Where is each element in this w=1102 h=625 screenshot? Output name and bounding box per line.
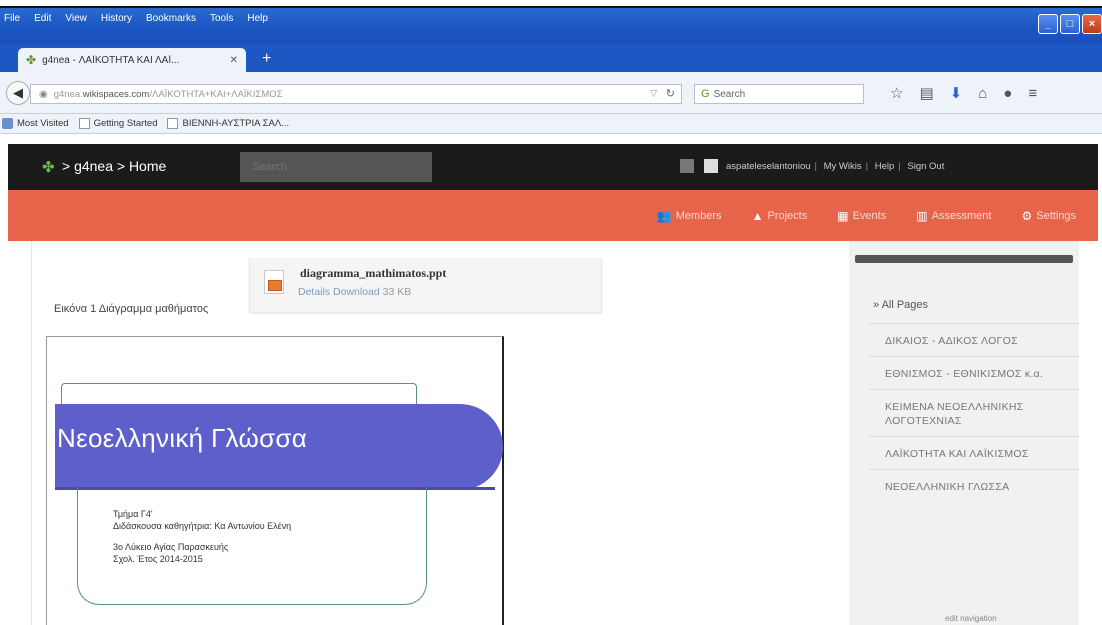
details-link[interactable]: Details [298,286,330,298]
slide-line-year: Σχολ. Έτος 2014-2015 [113,554,203,564]
site-nav: 👥 Members ▲ Projects ▦ Events ▥ Assessment ⚙… [8,190,1098,241]
my-wikis-link[interactable]: My Wikis [824,161,862,172]
menu-tools[interactable]: Tools [210,10,233,28]
reading-list-icon[interactable]: ▤ [919,84,933,104]
username-link[interactable]: aspateleselantoniou [726,161,811,172]
search-engine-icon[interactable]: G [701,88,710,100]
content-right-margin [1079,241,1098,625]
slide-line-school: 3ο Λύκειο Αγίας Παρασκευής [113,542,229,552]
toolbar-icons: ☆ ▤ ⬇ ⌂ ● ≡ [890,84,1037,104]
site-identity-icon[interactable]: ◉ [39,89,48,100]
breadcrumb[interactable]: > g4nea > Home [62,158,166,174]
nav-projects[interactable]: ▲ Projects [752,209,808,223]
slide-preview-image: Νεοελληνική Γλώσσα Τμήμα Γ4' Διδάσκουσα … [46,336,504,625]
slide-title: Νεοελληνική Γλώσσα [57,423,308,453]
attachment-links: Details Download 33 KB [298,286,411,298]
messages-icon[interactable] [704,159,718,173]
url-dropdown-icon[interactable]: ▽ [650,88,657,99]
url-text: g4nea.wikispaces.com/ΛΑΪΚΟΤΗΤΑ+ΚΑΙ+ΛΑΪΚΙ… [53,88,283,100]
page-icon [167,118,179,129]
members-icon: 👥 [656,208,672,223]
image-caption: Εικόνα 1 Διάγραμμα μαθήματος [54,303,209,315]
nav-members[interactable]: 👥 Members [657,209,722,223]
home-icon[interactable]: ⌂ [978,84,987,104]
most-visited-icon [2,118,13,129]
site-search-input[interactable] [240,152,432,182]
reload-icon[interactable]: ↻ [666,87,675,100]
tab-title: g4nea - ΛΑΪΚΟΤΗΤΑ ΚΑΙ ΛΑΪ... [42,54,180,66]
projects-icon: ▲ [751,208,764,223]
tab-close-icon[interactable]: ✕ [230,55,238,66]
menu-file[interactable]: File [4,10,20,28]
browser-chrome: File Edit View History Bookmarks Tools H… [0,0,1102,144]
browser-tab[interactable]: ✤ g4nea - ΛΑΪΚΟΤΗΤΑ ΚΑΙ ΛΑΪ... ✕ [18,48,246,72]
nav-settings[interactable]: ⚙ Settings [1021,209,1076,223]
menu-help[interactable]: Help [247,10,268,28]
maximize-button[interactable]: □ [1060,14,1080,34]
new-tab-icon[interactable]: + [262,50,271,68]
sidebar-item-keimena-logotexnias[interactable]: ΚΕΙΜΕΝΑ ΝΕΟΕΛΛΗΝΙΚΗΣ ΛΟΓΟΤΕΧΝΙΑΣ [869,389,1081,436]
bookmark-vienna[interactable]: ΒΙΕΝΝΗ-ΑΥΣΤΡΙΑ ΣΑΛ... [167,118,289,129]
hamburger-menu-icon[interactable]: ≡ [1028,84,1037,104]
window-top-edge [0,0,1102,8]
page-icon [78,118,90,129]
file-size: 33 KB [382,286,412,298]
bookmarks-toolbar: Most Visited Getting Started ΒΙΕΝΝΗ-ΑΥΣΤ… [0,114,1102,134]
window-right-edge [1098,144,1102,625]
edit-navigation-link[interactable]: edit navigation [945,614,997,623]
download-link[interactable]: Download [333,286,380,298]
sidebar-top-bar [855,255,1073,263]
ppt-file-icon[interactable] [264,270,284,294]
sidebar-item-ethnismos-ethnikismos[interactable]: ΕΘΝΙΣΜΟΣ - ΕΘΝΙΚΙΣΜΟΣ κ.α. [869,356,1081,389]
notifications-icon[interactable] [680,159,694,173]
back-button[interactable]: ◀ [6,81,30,105]
bookmark-most-visited[interactable]: Most Visited [2,118,69,129]
header-icons [680,159,718,173]
browser-search-box[interactable]: G Search [694,84,864,104]
url-bar[interactable]: ◉ g4nea.wikispaces.com/ΛΑΪΚΟΤΗΤΑ+ΚΑΙ+ΛΑΪ… [30,84,682,104]
attachment-filename[interactable]: diagramma_mathimatos.ppt [300,266,446,281]
help-link[interactable]: Help [875,161,895,172]
navigation-sidebar: » All Pages ΔΙΚΑΙΟΣ - ΑΔΙΚΟΣ ΛΟΓΟΣ ΕΘΝΙΣ… [849,241,1081,625]
tab-strip: ✤ g4nea - ΛΑΪΚΟΤΗΤΑ ΚΑΙ ΛΑΪ... ✕ + [0,44,1102,72]
sidebar-page-list: ΔΙΚΑΙΟΣ - ΑΔΙΚΟΣ ΛΟΓΟΣ ΕΘΝΙΣΜΟΣ - ΕΘΝΙΚΙ… [869,323,1081,502]
window-controls: _ □ × [1038,14,1102,34]
sidebar-item-neoelliniki-glossa[interactable]: ΝΕΟΕΛΛΗΝΙΚΗ ΓΛΩΣΣΑ [869,469,1081,502]
menu-bar: File Edit View History Bookmarks Tools H… [0,10,268,28]
chat-icon[interactable]: ● [1003,84,1012,104]
site-header: ✤ > g4nea > Home aspateleselantoniou| My… [8,144,1098,190]
chart-icon: ▥ [916,208,928,223]
downloads-icon[interactable]: ⬇ [950,84,963,104]
navigation-toolbar: ◀ ◉ g4nea.wikispaces.com/ΛΑΪΚΟΤΗΤΑ+ΚΑΙ+Λ… [0,72,1102,114]
sidebar-item-dikaios-adikos-logos[interactable]: ΔΙΚΑΙΟΣ - ΑΔΙΚΟΣ ΛΟΓΟΣ [869,323,1081,356]
menu-history[interactable]: History [101,10,132,28]
menu-view[interactable]: View [65,10,87,28]
all-pages-link[interactable]: » All Pages [873,299,928,311]
user-links: aspateleselantoniou | My Wikis | Help | Sig… [726,161,945,172]
slide-line-class: Τμήμα Γ4' [113,509,153,519]
page-content: diagramma_mathimatos.ppt Details Downloa… [8,241,1098,625]
wikispaces-favicon-icon: ✤ [26,53,37,67]
sidebar-item-laikotita-laikismos[interactable]: ΛΑΪΚΟΤΗΤΑ ΚΑΙ ΛΑΪΚΙΣΜΟΣ [869,436,1081,469]
minimize-button[interactable]: _ [1038,14,1058,34]
menu-edit[interactable]: Edit [34,10,51,28]
content-left-border [8,241,32,625]
slide-line-teacher: Διδάσκουσα καθηγήτρια: Κα Αντωνίου Ελένη [113,521,292,531]
nav-events[interactable]: ▦ Events [837,209,886,223]
bookmark-star-icon[interactable]: ☆ [890,84,903,104]
search-placeholder: Search [713,88,746,100]
close-window-button[interactable]: × [1082,14,1102,34]
wikispaces-logo-icon[interactable]: ✤ [42,158,55,176]
nav-assessment[interactable]: ▥ Assessment [916,209,991,223]
menu-bookmarks[interactable]: Bookmarks [146,10,196,28]
calendar-icon: ▦ [837,208,849,223]
bookmark-getting-started[interactable]: Getting Started [78,118,157,129]
sign-out-link[interactable]: Sign Out [907,161,944,172]
gear-icon: ⚙ [1021,208,1033,223]
file-attachment: diagramma_mathimatos.ppt Details Downloa… [249,258,602,313]
